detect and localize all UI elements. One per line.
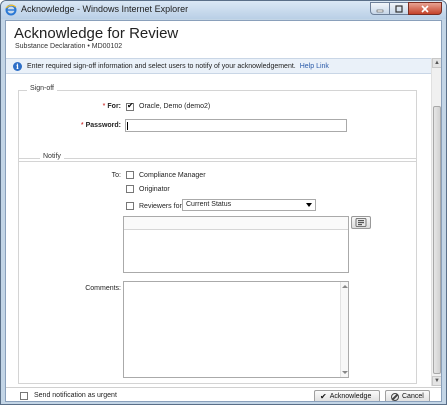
chevron-down-icon [306, 203, 312, 207]
required-marker: * [80, 122, 84, 129]
originator-label: Originator [139, 186, 170, 193]
address-book-icon [355, 218, 367, 227]
close-button[interactable] [408, 2, 442, 15]
dialog-footer: Send notification as urgent ✔ Acknowledg… [6, 387, 441, 401]
help-link[interactable]: Help Link [300, 63, 329, 70]
for-value: Oracle, Demo (demo2) [139, 103, 211, 110]
originator-checkbox[interactable] [126, 185, 134, 193]
window-title: Acknowledge - Windows Internet Explorer [21, 4, 189, 14]
reviewers-status-value: Current Status [186, 201, 232, 208]
password-input[interactable] [125, 119, 347, 132]
notify-legend: Notify [40, 153, 64, 160]
checkmark-icon: ✔ [127, 101, 134, 110]
info-icon: i [13, 62, 22, 71]
address-book-button[interactable] [351, 216, 371, 229]
maximize-icon [395, 4, 403, 13]
comments-scrollbar[interactable] [340, 282, 348, 377]
cancel-icon [391, 392, 399, 401]
recipients-list[interactable] [123, 216, 349, 273]
for-label-text: For: [107, 103, 121, 110]
scroll-up-arrow[interactable]: ▲ [432, 58, 441, 68]
page-scrollbar[interactable]: ▲ ▼ [431, 58, 441, 386]
maximize-button[interactable] [389, 2, 409, 15]
urgent-checkbox[interactable] [20, 392, 28, 400]
info-bar: i Enter required sign-off information an… [6, 58, 431, 74]
acknowledge-button[interactable]: ✔ Acknowledge [314, 390, 380, 401]
recipients-list-header [124, 217, 348, 230]
cancel-button[interactable]: Cancel [385, 390, 430, 401]
info-text: Enter required sign-off information and … [27, 63, 329, 70]
text-caret [127, 122, 128, 130]
acknowledge-button-label: Acknowledge [329, 393, 372, 400]
for-label: * For: [76, 103, 121, 110]
title-bar[interactable]: Acknowledge - Windows Internet Explorer [1, 1, 446, 19]
dialog-client-area: Acknowledge for Review Substance Declara… [5, 20, 442, 402]
compliance-manager-label: Compliance Manager [139, 172, 206, 179]
scroll-down-arrow-icon[interactable] [342, 371, 348, 374]
scroll-up-arrow-icon[interactable] [342, 285, 348, 288]
required-marker: * [102, 103, 106, 110]
signoff-legend: Sign-off [27, 85, 57, 92]
comments-textarea[interactable] [123, 281, 349, 378]
page-subtitle: Substance Declaration • MD00102 [15, 43, 123, 50]
minimize-icon [376, 9, 384, 12]
comments-label: Comments: [85, 285, 121, 292]
to-label: To: [111, 172, 121, 179]
window-controls [370, 2, 442, 16]
checkmark-icon: ✔ [320, 391, 327, 401]
minimize-button[interactable] [370, 2, 390, 15]
scroll-down-arrow[interactable]: ▼ [432, 376, 441, 386]
ie-icon [5, 4, 17, 16]
reviewers-status-select[interactable]: Current Status [182, 199, 316, 211]
cancel-button-label: Cancel [402, 393, 424, 400]
password-label-text: Password: [85, 122, 121, 129]
close-icon [421, 4, 429, 13]
reviewers-label: Reviewers for [139, 203, 182, 210]
page-title: Acknowledge for Review [14, 25, 179, 42]
reviewers-checkbox[interactable] [126, 202, 134, 210]
scrollbar-thumb[interactable] [433, 106, 441, 374]
password-label: * Password: [66, 122, 121, 129]
browser-window: Acknowledge - Windows Internet Explorer … [0, 0, 447, 405]
info-message: Enter required sign-off information and … [27, 63, 296, 70]
for-checkbox[interactable]: ✔ [126, 101, 134, 111]
compliance-manager-checkbox[interactable] [126, 171, 134, 179]
urgent-label: Send notification as urgent [34, 392, 117, 399]
